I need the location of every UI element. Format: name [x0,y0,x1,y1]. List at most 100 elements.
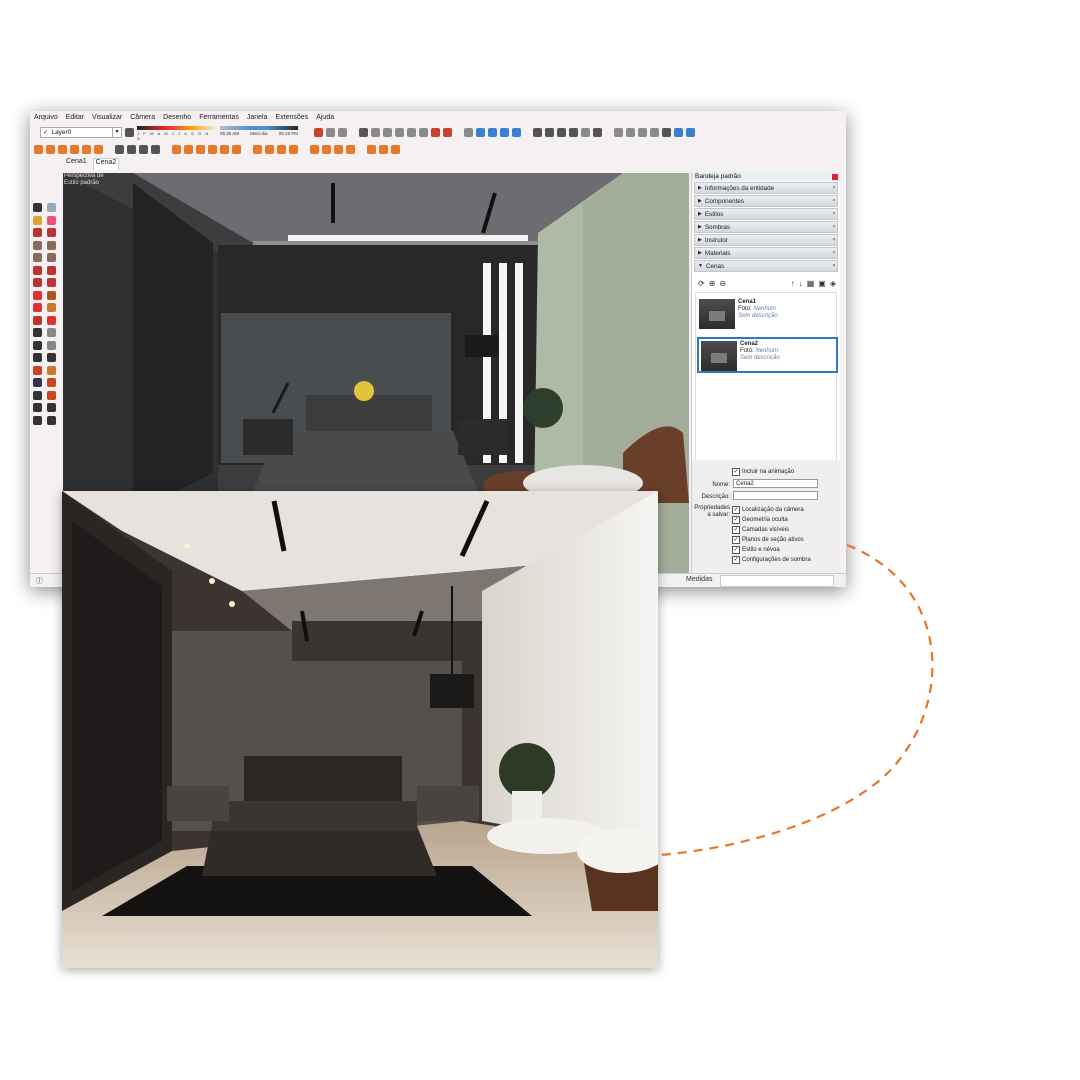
zoom-window-icon[interactable] [46,378,56,387]
backedges-icon[interactable] [626,127,635,137]
show-details-icon[interactable]: ◈ [830,279,836,288]
menu-janela[interactable]: Janela [247,114,268,121]
frame-icon[interactable] [115,144,124,154]
material-editor-icon[interactable] [367,144,376,154]
section-icon[interactable] [431,127,440,137]
close-panel-icon[interactable]: × [831,237,837,243]
textured-icon[interactable] [674,127,683,137]
checkbox-icon[interactable]: ✓ [732,536,740,544]
property-row[interactable]: ✓ Planos de seção ativos [732,536,804,544]
rotated-rectangle-icon[interactable] [46,240,56,250]
cloud-upload-icon[interactable] [310,144,319,154]
push-pull-icon[interactable] [46,290,56,300]
rotate-icon[interactable] [33,303,42,312]
protractor-icon[interactable] [33,340,42,350]
film-icon[interactable] [58,144,67,154]
checkbox-icon[interactable]: ✓ [732,526,740,534]
pie-icon[interactable] [46,278,56,287]
xray-icon[interactable] [614,127,623,137]
menu-editar[interactable]: Editar [66,114,84,121]
property-row[interactable]: ✓ Configurações de sombra [732,556,811,564]
warehouse-icon[interactable] [314,127,323,137]
back-view-icon[interactable] [533,127,542,137]
close-panel-icon[interactable]: × [831,263,837,269]
menu-camera[interactable]: Câmera [130,114,155,121]
scene-item-cena1[interactable]: Cena1 Foto: Nenhum Sem descrição [697,297,838,333]
scene-item-cena2[interactable]: Cena2 Foto: Nenhum Sem descrição [697,337,838,373]
layer-select[interactable]: ✓ Layer0 ▾ [40,126,122,138]
iso-view-icon[interactable] [476,127,485,137]
cloud-down-icon[interactable] [346,144,355,154]
close-panel-icon[interactable]: × [831,211,837,217]
select-icon[interactable] [33,203,42,212]
crop-icon[interactable] [172,144,181,154]
look-around-tool-icon[interactable] [46,403,56,412]
panel-entity-info[interactable]: ▶ Informações da entidade × [694,182,838,194]
offset-icon[interactable] [46,315,56,325]
close-icon[interactable] [832,173,838,180]
position-camera-tool-icon[interactable] [33,403,42,412]
left-view-icon[interactable] [545,127,554,137]
menu-ferramentas[interactable]: Ferramentas [199,114,239,121]
scene-description-input[interactable] [733,491,818,500]
scale-icon[interactable] [33,315,42,325]
menu-ajuda[interactable]: Ajuda [316,114,334,121]
checkbox-icon[interactable]: ✓ [732,546,740,554]
top-view-icon[interactable] [488,127,497,137]
panel-shadows[interactable]: ▶ Sombras × [694,221,838,233]
house-icon[interactable] [569,127,578,137]
home-icon[interactable] [557,127,566,137]
close-panel-icon[interactable]: × [831,250,837,256]
grid-icon[interactable] [184,144,193,154]
arc-icon[interactable] [33,265,42,275]
polygon-icon[interactable] [46,253,56,262]
3d-text-icon[interactable] [46,353,56,362]
menu-visualizar[interactable]: Visualizar [92,114,122,121]
chevron-down-icon[interactable]: ▾ [112,127,121,137]
group-icon[interactable] [289,144,298,154]
move-icon[interactable] [464,127,473,137]
mesh-icon[interactable] [277,144,286,154]
paint-bucket-icon[interactable] [33,215,42,225]
remove-scene-icon[interactable]: ⊖ [719,279,726,288]
show-thumbnails-icon[interactable]: ▣ [818,279,826,288]
proxy-icon[interactable] [265,144,274,154]
menu-extensoes[interactable]: Extensões [276,114,309,121]
close-panel-icon[interactable]: × [831,198,837,204]
menu-desenho[interactable]: Desenho [163,114,191,121]
move-tool-icon[interactable] [33,290,42,300]
axes-icon[interactable] [33,353,42,362]
pan-icon[interactable] [46,365,56,375]
zoom-icon[interactable] [33,378,42,387]
front-view-icon[interactable] [500,127,509,137]
three-point-arc-icon[interactable] [33,278,42,287]
target-icon[interactable] [139,144,148,154]
two-point-arc-icon[interactable] [46,265,56,275]
material-icon[interactable] [383,127,392,137]
rectangle-icon[interactable] [33,240,42,250]
sun-icon[interactable] [208,144,217,154]
scene-name-input[interactable]: Cena2 [733,479,818,488]
checkbox-icon[interactable]: ✓ [732,468,740,476]
lookaround-icon[interactable] [419,127,428,137]
line-icon[interactable] [33,228,42,237]
tape-measure-icon[interactable] [33,328,42,337]
zoom-extents-icon[interactable] [33,390,42,400]
walk-icon[interactable] [395,127,404,137]
help-icon[interactable]: ⓘ [36,576,43,586]
camera-icon[interactable] [359,127,368,137]
hidden-line-icon[interactable] [650,127,659,137]
text-icon[interactable] [46,340,56,350]
shadow-time-slider[interactable]: 05:35 AM Meio-dia 05:15 PM [220,125,298,139]
object-icon[interactable] [253,144,262,154]
light-panel-icon[interactable] [196,144,205,154]
property-row[interactable]: ✓ Geometria oculta [732,516,788,524]
wireframe-icon[interactable] [638,127,647,137]
previous-view-icon[interactable] [46,390,56,400]
section-plane-icon[interactable] [46,415,56,425]
house-outline-icon[interactable] [581,127,590,137]
walk-tool-icon[interactable] [33,415,42,425]
property-row[interactable]: ✓ Camadas visíveis [732,526,789,534]
checkbox-icon[interactable]: ✓ [732,506,740,514]
eraser-icon[interactable] [46,215,56,225]
